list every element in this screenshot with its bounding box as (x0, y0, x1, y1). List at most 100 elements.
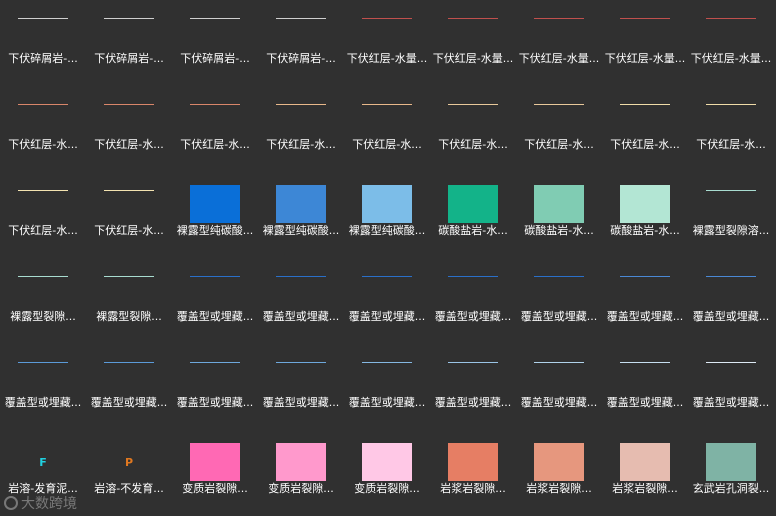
symbol-label: 裸露型纯碳酸... (176, 224, 254, 237)
symbol-item[interactable]: 下伏红层-水... (688, 86, 774, 172)
symbol-item[interactable]: 覆盖型或埋藏... (172, 344, 258, 430)
symbol-item[interactable]: 覆盖型或埋藏... (602, 258, 688, 344)
symbol-item[interactable]: 下伏碎屑岩-... (86, 0, 172, 86)
symbol-item[interactable]: 变质岩裂隙... (344, 430, 430, 516)
symbol-item[interactable]: 覆盖型或埋藏... (688, 344, 774, 430)
symbol-item[interactable]: 覆盖型或埋藏... (344, 258, 430, 344)
symbol-preview (86, 344, 172, 394)
symbol-item[interactable]: 下伏红层-水... (86, 172, 172, 258)
symbol-item[interactable]: 覆盖型或埋藏... (172, 258, 258, 344)
symbol-item[interactable]: 下伏红层-水... (86, 86, 172, 172)
fill-swatch (534, 185, 584, 223)
symbol-preview (0, 344, 86, 394)
symbol-item[interactable]: 下伏红层-水... (0, 172, 86, 258)
symbol-item[interactable]: 覆盖型或埋藏... (516, 258, 602, 344)
symbol-item[interactable]: 岩浆岩裂隙... (602, 430, 688, 516)
symbol-item[interactable]: 裸露型裂隙... (86, 258, 172, 344)
symbol-label: 下伏红层-水... (94, 138, 164, 151)
symbol-item[interactable]: 碳酸盐岩-水... (430, 172, 516, 258)
line-symbol (706, 17, 756, 19)
symbol-item[interactable]: 下伏红层-水... (430, 86, 516, 172)
symbol-item[interactable]: 下伏碎屑岩-... (258, 0, 344, 86)
symbol-preview (0, 172, 86, 222)
symbol-label: 覆盖型或埋藏... (90, 396, 168, 409)
symbol-item[interactable]: 下伏红层-水量... (344, 0, 430, 86)
symbol-label: 覆盖型或埋藏... (262, 310, 340, 323)
symbol-item[interactable]: 下伏红层-水... (344, 86, 430, 172)
line-symbol (362, 17, 412, 19)
symbol-preview (602, 430, 688, 481)
symbol-item[interactable]: 碳酸盐岩-水... (516, 172, 602, 258)
line-symbol (276, 17, 326, 19)
symbol-item[interactable]: 覆盖型或埋藏... (430, 258, 516, 344)
symbol-item[interactable]: 变质岩裂隙... (172, 430, 258, 516)
fill-swatch (190, 185, 240, 223)
symbol-item[interactable]: 变质岩裂隙... (258, 430, 344, 516)
symbol-item[interactable]: 覆盖型或埋藏... (0, 344, 86, 430)
symbol-preview (516, 172, 602, 223)
symbol-preview (516, 258, 602, 308)
symbol-item[interactable]: F 岩溶-发育泥... (0, 430, 86, 516)
symbol-label: 下伏红层-水... (438, 138, 508, 151)
symbol-preview (258, 0, 344, 50)
fill-swatch (448, 185, 498, 223)
symbol-item[interactable]: 岩浆岩裂隙... (516, 430, 602, 516)
symbol-label: 覆盖型或埋藏... (606, 310, 684, 323)
line-symbol (190, 103, 240, 105)
symbol-preview (172, 430, 258, 481)
symbol-preview (516, 430, 602, 481)
symbol-item[interactable]: 裸露型裂隙溶... (688, 172, 774, 258)
symbol-item[interactable]: 覆盖型或埋藏... (258, 344, 344, 430)
symbol-item[interactable]: 碳酸盐岩-水... (602, 172, 688, 258)
symbol-label: 下伏红层-水量... (518, 52, 600, 65)
symbol-preview (172, 0, 258, 50)
symbol-label: 覆盖型或埋藏... (606, 396, 684, 409)
symbol-item[interactable]: 下伏红层-水量... (688, 0, 774, 86)
symbol-item[interactable]: 裸露型裂隙... (0, 258, 86, 344)
symbol-preview (344, 86, 430, 136)
symbol-label: 覆盖型或埋藏... (176, 310, 254, 323)
symbol-label: 岩浆岩裂隙... (440, 482, 506, 495)
symbol-label: 下伏红层-水... (8, 138, 78, 151)
symbol-item[interactable]: 裸露型纯碳酸... (344, 172, 430, 258)
symbol-label: 下伏红层-水量... (690, 52, 772, 65)
symbol-item[interactable]: 下伏红层-水... (0, 86, 86, 172)
symbol-item[interactable]: 下伏碎屑岩-... (172, 0, 258, 86)
line-symbol (104, 189, 154, 191)
symbol-item[interactable]: 下伏红层-水量... (602, 0, 688, 86)
symbol-item[interactable]: 覆盖型或埋藏... (258, 258, 344, 344)
symbol-preview (172, 86, 258, 136)
symbol-item[interactable]: 覆盖型或埋藏... (602, 344, 688, 430)
symbol-item[interactable]: 下伏红层-水... (602, 86, 688, 172)
symbol-item[interactable]: 覆盖型或埋藏... (344, 344, 430, 430)
symbol-item[interactable]: 下伏红层-水... (516, 86, 602, 172)
symbol-label: 岩浆岩裂隙... (612, 482, 678, 495)
symbol-item[interactable]: 下伏红层-水... (258, 86, 344, 172)
symbol-label: 下伏红层-水... (180, 138, 250, 151)
symbol-item[interactable]: 覆盖型或埋藏... (516, 344, 602, 430)
symbol-item[interactable]: 裸露型纯碳酸... (258, 172, 344, 258)
symbol-preview (86, 0, 172, 50)
symbol-preview (602, 258, 688, 308)
line-symbol (362, 103, 412, 105)
symbol-item[interactable]: 覆盖型或埋藏... (688, 258, 774, 344)
symbol-label: 下伏红层-水... (94, 224, 164, 237)
symbol-preview (0, 86, 86, 136)
fill-swatch (276, 443, 326, 481)
symbol-preview (430, 86, 516, 136)
symbol-item[interactable]: 裸露型纯碳酸... (172, 172, 258, 258)
symbol-label: 下伏红层-水... (352, 138, 422, 151)
symbol-preview (430, 172, 516, 223)
symbol-item[interactable]: 玄武岩孔洞裂... (688, 430, 774, 516)
symbol-item[interactable]: 下伏红层-水... (172, 86, 258, 172)
symbol-item[interactable]: 覆盖型或埋藏... (86, 344, 172, 430)
symbol-item[interactable]: 覆盖型或埋藏... (430, 344, 516, 430)
symbol-label: 下伏红层-水... (524, 138, 594, 151)
symbol-item[interactable]: 下伏红层-水量... (430, 0, 516, 86)
symbol-item[interactable]: 下伏碎屑岩-... (0, 0, 86, 86)
symbol-item[interactable]: 下伏红层-水量... (516, 0, 602, 86)
symbol-item[interactable]: 岩浆岩裂隙... (430, 430, 516, 516)
symbol-item[interactable]: P 岩溶-不发育... (86, 430, 172, 516)
symbol-preview (344, 258, 430, 308)
symbol-preview (602, 86, 688, 136)
